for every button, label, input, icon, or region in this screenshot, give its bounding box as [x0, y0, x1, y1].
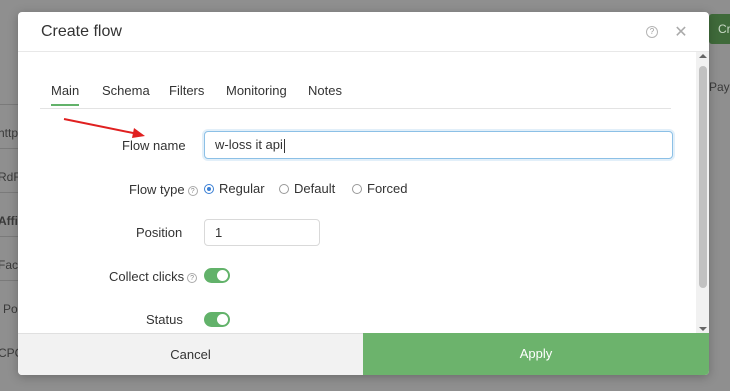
bg-divider: [0, 104, 18, 105]
help-circle-icon[interactable]: ?: [187, 272, 198, 283]
bg-fragment: Affi: [0, 214, 18, 228]
radio-unchecked-icon: [352, 183, 362, 194]
flow-type-label: Flow type?: [129, 182, 198, 197]
bg-fragment: Po: [3, 302, 18, 316]
collect-clicks-label-text: Collect clicks: [109, 269, 185, 284]
bg-divider: [0, 148, 18, 149]
flow-name-label: Flow name: [122, 138, 186, 153]
scroll-up-arrow-icon[interactable]: [699, 54, 707, 58]
cancel-button[interactable]: Cancel: [18, 333, 363, 375]
apply-button[interactable]: Apply: [363, 333, 709, 375]
collect-clicks-toggle[interactable]: [204, 268, 230, 283]
bg-fragment-right: Pay: [709, 80, 730, 94]
flow-name-input[interactable]: w-loss it api: [204, 131, 673, 159]
help-circle-icon[interactable]: ?: [187, 185, 198, 196]
radio-checked-icon: [204, 183, 214, 194]
status-label: Status: [146, 312, 183, 327]
radio-default[interactable]: Default: [279, 181, 335, 196]
radio-unchecked-icon: [279, 183, 289, 194]
bg-create-button: Cr: [709, 14, 730, 44]
scrollbar-thumb[interactable]: [699, 66, 707, 288]
bg-divider: [0, 192, 18, 193]
create-flow-modal: Create flow ? ✕ Main Schema Filters Moni…: [18, 12, 709, 375]
bg-fragment: Fac: [0, 258, 19, 272]
collect-clicks-label: Collect clicks?: [109, 269, 198, 284]
bg-divider: [0, 280, 18, 281]
flow-name-value: w-loss it api: [215, 137, 283, 152]
bg-divider: [0, 236, 18, 237]
radio-label: Forced: [367, 181, 408, 196]
modal-footer: Cancel Apply: [18, 333, 709, 375]
radio-forced[interactable]: Forced: [352, 181, 407, 196]
status-toggle[interactable]: [204, 312, 230, 327]
text-caret: [283, 138, 285, 153]
flow-type-label-text: Flow type: [129, 182, 185, 197]
scrollbar[interactable]: [696, 52, 709, 333]
radio-label: Default: [294, 181, 336, 196]
position-input[interactable]: 1: [204, 219, 320, 246]
radio-label: Regular: [219, 181, 265, 196]
radio-regular[interactable]: Regular: [204, 181, 265, 196]
bg-fragment: http: [0, 126, 19, 140]
scroll-down-arrow-icon[interactable]: [699, 327, 707, 331]
position-label: Position: [136, 225, 183, 240]
